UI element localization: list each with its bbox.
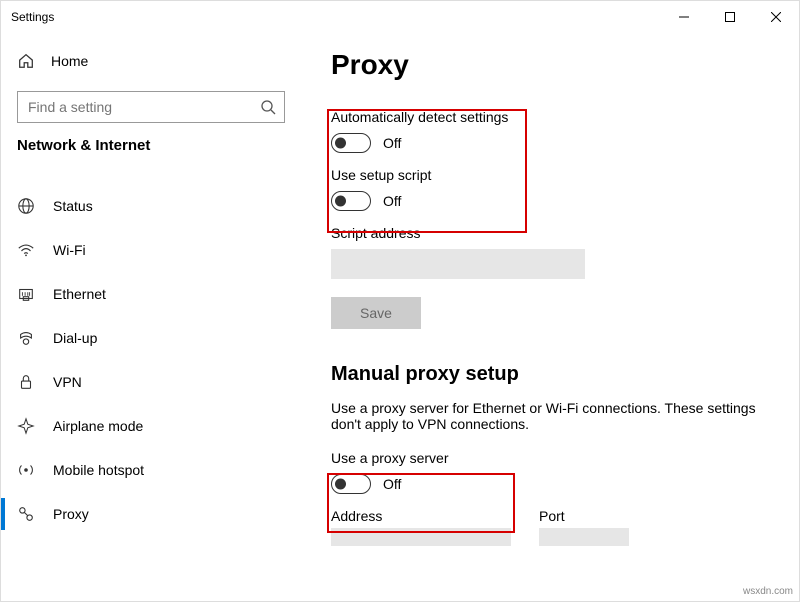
sidebar-item-label: Mobile hotspot (53, 462, 144, 478)
window-title: Settings (11, 10, 54, 24)
content-pane: Proxy Automatically detect settings Off … (301, 33, 799, 601)
sidebar-item-label: Ethernet (53, 286, 106, 302)
sidebar-item-hotspot[interactable]: Mobile hotspot (1, 448, 301, 492)
search-icon (260, 99, 276, 115)
manual-section-desc: Use a proxy server for Ethernet or Wi-Fi… (331, 400, 761, 432)
sidebar-item-label: Dial-up (53, 330, 97, 346)
sidebar-item-airplane[interactable]: Airplane mode (1, 404, 301, 448)
sidebar: Home Network & Internet Status (1, 33, 301, 601)
address-label: Address (331, 508, 511, 524)
close-button[interactable] (753, 1, 799, 33)
settings-window: Settings Home (0, 0, 800, 602)
sidebar-item-label: Status (53, 198, 93, 214)
watermark: wsxdn.com (743, 586, 793, 597)
globe-icon (17, 197, 35, 215)
sidebar-item-label: Wi-Fi (53, 242, 86, 258)
setup-script-toggle[interactable] (331, 191, 371, 211)
nav-group-title: Network & Internet (1, 137, 301, 166)
sidebar-item-label: VPN (53, 374, 82, 390)
wifi-icon (17, 241, 35, 259)
sidebar-item-ethernet[interactable]: Ethernet (1, 272, 301, 316)
use-proxy-toggle[interactable] (331, 474, 371, 494)
port-input[interactable] (539, 528, 629, 546)
setup-script-toggle-row: Off (331, 191, 769, 211)
port-label: Port (539, 508, 629, 524)
sidebar-item-vpn[interactable]: VPN (1, 360, 301, 404)
address-input[interactable] (331, 528, 511, 546)
maximize-icon (725, 12, 735, 22)
titlebar: Settings (1, 1, 799, 33)
airplane-icon (17, 417, 35, 435)
port-col: Port (539, 508, 629, 546)
search-wrap (1, 81, 301, 137)
body: Home Network & Internet Status (1, 33, 799, 601)
page-title: Proxy (331, 49, 769, 81)
use-proxy-toggle-row: Off (331, 474, 769, 494)
search-box[interactable] (17, 91, 285, 123)
nav-list: Status Wi-Fi Ethernet (1, 184, 301, 536)
sidebar-item-dialup[interactable]: Dial-up (1, 316, 301, 360)
proxy-icon (17, 505, 35, 523)
home-nav[interactable]: Home (1, 41, 301, 81)
sidebar-item-proxy[interactable]: Proxy (1, 492, 301, 536)
address-col: Address (331, 508, 511, 546)
ethernet-icon (17, 285, 35, 303)
dialup-icon (17, 329, 35, 347)
sidebar-item-wifi[interactable]: Wi-Fi (1, 228, 301, 272)
home-label: Home (51, 53, 88, 69)
script-address-input[interactable] (331, 249, 585, 279)
auto-detect-toggle[interactable] (331, 133, 371, 153)
auto-detect-label: Automatically detect settings (331, 109, 769, 125)
save-button[interactable]: Save (331, 297, 421, 329)
sidebar-item-label: Proxy (53, 506, 89, 522)
script-address-label: Script address (331, 225, 769, 241)
search-input[interactable] (18, 92, 284, 122)
sidebar-item-status[interactable]: Status (1, 184, 301, 228)
minimize-icon (679, 12, 689, 22)
close-icon (771, 12, 781, 22)
minimize-button[interactable] (661, 1, 707, 33)
home-icon (17, 52, 35, 70)
auto-detect-state: Off (383, 135, 401, 151)
setup-script-label: Use setup script (331, 167, 769, 183)
use-proxy-label: Use a proxy server (331, 450, 769, 466)
maximize-button[interactable] (707, 1, 753, 33)
window-controls (661, 1, 799, 33)
setup-script-state: Off (383, 193, 401, 209)
manual-section-title: Manual proxy setup (331, 363, 769, 386)
address-port-row: Address Port (331, 508, 769, 546)
vpn-icon (17, 373, 35, 391)
use-proxy-state: Off (383, 476, 401, 492)
hotspot-icon (17, 461, 35, 479)
auto-detect-toggle-row: Off (331, 133, 769, 153)
sidebar-item-label: Airplane mode (53, 418, 143, 434)
